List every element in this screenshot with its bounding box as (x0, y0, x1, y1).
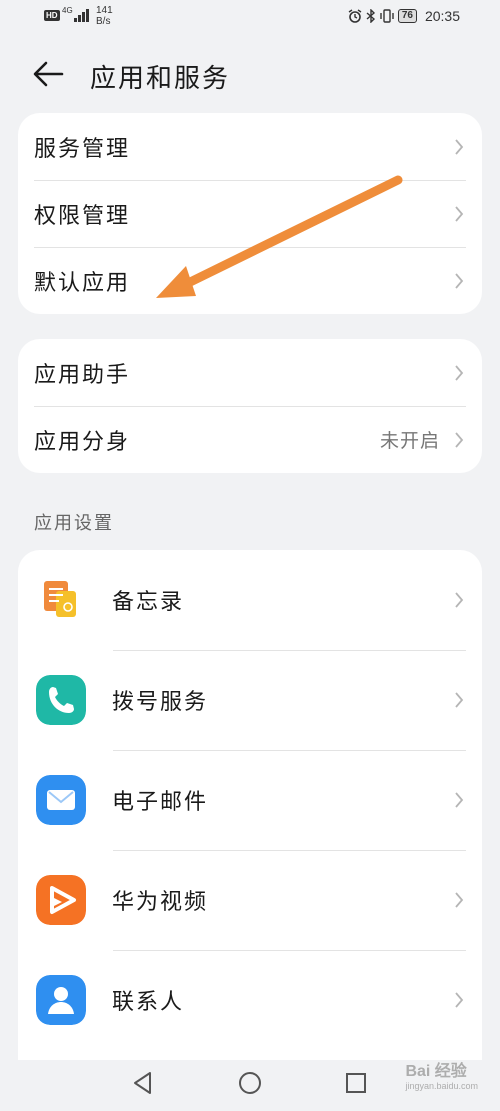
hd-badge: HD (44, 10, 60, 21)
nav-recents-icon[interactable] (343, 1070, 369, 1096)
contacts-icon (36, 975, 86, 1025)
video-icon (36, 875, 86, 925)
assistant-card: 应用助手 应用分身 未开启 (18, 339, 482, 473)
app-assistant-item[interactable]: 应用助手 (18, 339, 482, 406)
chevron-right-icon (455, 205, 464, 222)
app-label: 联系人 (112, 990, 185, 1015)
bluetooth-icon (366, 9, 375, 23)
alarm-icon (348, 9, 362, 23)
battery-icon: 76 (397, 9, 417, 23)
vibrate-icon (380, 9, 394, 23)
item-label: 权限管理 (34, 203, 131, 229)
permission-management-item[interactable]: 权限管理 (18, 180, 482, 247)
default-apps-item[interactable]: 默认应用 (18, 247, 482, 314)
page-title: 应用和服务 (90, 64, 231, 94)
app-label: 华为视频 (112, 890, 209, 915)
app-item-dialer[interactable]: 拨号服务 (18, 650, 482, 750)
app-settings-card: 备忘录 拨号服务 电子邮件 华为视频 联系人 (18, 550, 482, 1060)
clock: 20:35 (424, 8, 460, 24)
item-label: 默认应用 (34, 270, 131, 296)
chevron-right-icon (455, 992, 464, 1008)
back-button[interactable] (30, 54, 70, 94)
chevron-right-icon (455, 364, 464, 381)
chevron-right-icon (455, 272, 464, 289)
item-label: 应用助手 (34, 362, 131, 388)
email-icon (36, 775, 86, 825)
app-twin-status: 未开启 (379, 430, 440, 452)
item-label: 应用分身 (34, 429, 131, 455)
baidu-watermark: Bai 经验 jingyan.baidu.com (405, 1063, 478, 1091)
phone-icon (36, 675, 86, 725)
chevron-right-icon (455, 431, 464, 448)
app-label: 电子邮件 (112, 790, 209, 815)
chevron-right-icon (455, 692, 464, 708)
header: 应用和服务 (0, 44, 500, 104)
memo-icon (44, 581, 76, 617)
app-item-video[interactable]: 华为视频 (18, 850, 482, 950)
app-twin-item[interactable]: 应用分身 未开启 (18, 406, 482, 473)
network-speed: 141 B/s (96, 5, 113, 27)
section-title: 应用设置 (34, 513, 114, 534)
app-label: 备忘录 (112, 590, 185, 615)
chevron-right-icon (455, 592, 464, 608)
chevron-right-icon (455, 892, 464, 908)
chevron-right-icon (455, 792, 464, 808)
chevron-right-icon (455, 138, 464, 155)
nav-home-icon[interactable] (237, 1070, 263, 1096)
management-card: 服务管理 权限管理 默认应用 (18, 113, 482, 314)
app-item-email[interactable]: 电子邮件 (18, 750, 482, 850)
back-arrow-icon (33, 61, 64, 87)
service-management-item[interactable]: 服务管理 (18, 113, 482, 180)
nav-back-icon[interactable] (130, 1070, 156, 1096)
status-bar: HD 4G 141 B/s 76 20:35 (0, 0, 500, 34)
app-item-contacts[interactable]: 联系人 (18, 950, 482, 1050)
app-item-memo[interactable]: 备忘录 (18, 550, 482, 650)
app-label: 拨号服务 (112, 690, 209, 715)
item-label: 服务管理 (34, 136, 131, 162)
signal-icon (70, 9, 89, 22)
status-right: 76 20:35 (348, 8, 460, 24)
